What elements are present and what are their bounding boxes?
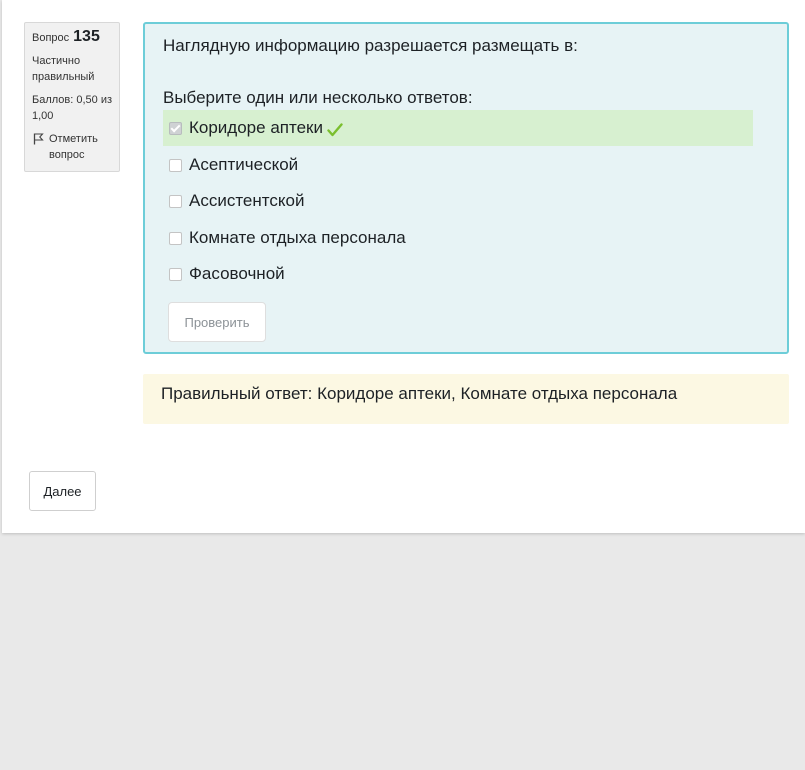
- question-number-line: Вопрос 135: [32, 29, 113, 46]
- question-number: 135: [73, 28, 100, 45]
- question-formulation: Наглядную информацию разрешается размеща…: [143, 22, 789, 354]
- check-mark-icon: [327, 123, 343, 137]
- next-button[interactable]: Далее: [29, 471, 96, 511]
- answer-label-3: Ассистентской: [189, 191, 305, 210]
- question-grade: Баллов: 0,50 из 1,00: [32, 94, 113, 122]
- answer-checkbox-5[interactable]: [169, 267, 182, 281]
- answer-checkbox-2[interactable]: [169, 158, 182, 172]
- question-card: Вопрос 135 Частично правильный Баллов: 0…: [2, 0, 805, 533]
- answer-checkbox-1[interactable]: [169, 121, 182, 135]
- answer-option-3[interactable]: Ассистентской: [163, 183, 753, 219]
- answer-checkbox-3[interactable]: [169, 194, 182, 208]
- answer-label-4: Комнате отдыха персонала: [189, 228, 406, 247]
- answer-option-4[interactable]: Комнате отдыха персонала: [163, 220, 753, 256]
- answer-option-2[interactable]: Асептической: [163, 147, 753, 183]
- question-text: Наглядную информацию разрешается размеща…: [163, 36, 578, 55]
- question-info-panel: Вопрос 135 Частично правильный Баллов: 0…: [24, 22, 120, 172]
- flag-question-link[interactable]: Отметить вопрос: [32, 131, 113, 163]
- answer-label-2: Асептической: [189, 155, 299, 174]
- answer-label-5: Фасовочной: [189, 264, 285, 283]
- flag-question-label: Отметить вопрос: [49, 133, 98, 161]
- answer-checkbox-4[interactable]: [169, 231, 182, 245]
- answer-option-1[interactable]: Коридоре аптеки: [163, 110, 753, 146]
- question-state: Частично правильный: [32, 55, 95, 83]
- correct-answer-feedback: Правильный ответ: Коридоре аптеки, Комна…: [143, 374, 789, 424]
- answer-label-1: Коридоре аптеки: [189, 118, 323, 137]
- answer-option-5[interactable]: Фасовочной: [163, 256, 753, 292]
- flag-icon: [33, 133, 44, 145]
- answer-prompt: Выберите один или несколько ответов:: [163, 88, 473, 107]
- question-label: Вопрос: [32, 32, 70, 44]
- check-button[interactable]: Проверить: [168, 302, 266, 342]
